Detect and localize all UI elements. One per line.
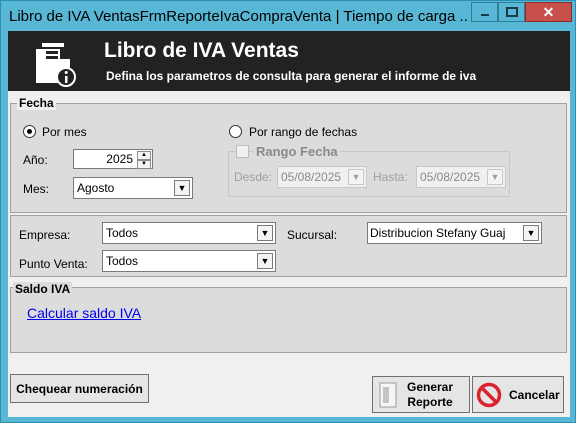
empresa-value: Todos [106,226,139,240]
form-client-area: Libro de IVA Ventas Defina los parametro… [8,31,570,417]
report-icon [379,382,397,407]
chevron-down-icon[interactable]: ▼ [257,253,273,269]
fecha-group: Fecha Por mes Por rango de fechas Año: 2… [10,96,567,213]
empresa-select[interactable]: Todos ▼ [102,222,276,244]
hasta-label: Hasta: [373,170,408,184]
maximize-button[interactable] [498,2,525,22]
desde-value: 05/08/2025 [281,170,342,184]
por-mes-radio[interactable] [23,125,36,138]
cancelar-button[interactable]: Cancelar [472,376,564,413]
cancel-icon [476,382,502,407]
rango-fecha-label[interactable]: Rango Fecha [254,144,340,159]
punto-venta-value: Todos [106,254,139,268]
maximize-icon [505,7,518,17]
sucursal-value: Distribucion Stefany Guaj [370,226,506,240]
generar-label-line1: Generar [407,379,454,394]
calendar-dropdown-icon[interactable]: ▼ [348,169,364,185]
mes-label: Mes: [23,182,50,196]
chevron-down-icon[interactable]: ▼ [174,180,190,196]
generar-label-group: Generar Reporte [407,380,453,410]
spin-up-icon[interactable]: ▲ [137,151,151,160]
mes-value: Agosto [77,181,115,195]
anio-spin-buttons[interactable]: ▲ ▼ [137,151,151,169]
por-mes-label[interactable]: Por mes [42,125,87,139]
header-title: Libro de IVA Ventas [104,39,299,62]
calendar-dropdown-icon[interactable]: ▼ [487,169,503,185]
sucursal-label: Sucursal: [287,228,338,242]
filtros-group: Empresa: Todos ▼ Sucursal: Distribucion … [10,215,567,277]
fecha-group-label: Fecha [17,96,56,110]
cancelar-label: Cancelar [509,387,560,402]
empresa-label: Empresa: [19,228,71,242]
minimize-icon [480,14,489,16]
chequear-button-label: Chequear numeración [16,381,143,396]
minimize-button[interactable] [471,2,498,22]
header-subtitle: Defina los parametros de consulta para g… [106,69,477,83]
close-icon: ✕ [542,3,555,20]
close-button[interactable]: ✕ [525,2,572,22]
rango-fecha-checkbox[interactable] [236,145,249,158]
saldo-group: Saldo IVA Calcular saldo IVA [10,282,567,353]
window-title: Libro de IVA VentasFrmReporteIvaCompraVe… [9,8,469,25]
generar-label-line2: Reporte [407,394,453,409]
hasta-value: 05/08/2025 [420,170,481,184]
mes-select[interactable]: Agosto ▼ [73,177,193,199]
punto-venta-label: Punto Venta: [19,257,88,271]
punto-venta-select[interactable]: Todos ▼ [102,250,276,272]
calcular-saldo-link[interactable]: Calcular saldo IVA [27,305,141,321]
por-rango-label[interactable]: Por rango de fechas [249,125,357,139]
chequear-numeracion-button[interactable]: Chequear numeración [10,374,149,403]
desde-label: Desde: [234,170,273,184]
sucursal-select[interactable]: Distribucion Stefany Guaj ▼ [367,222,542,244]
header-banner: Libro de IVA Ventas Defina los parametro… [8,31,570,91]
por-rango-radio[interactable] [229,125,242,138]
saldo-group-label: Saldo IVA [13,282,73,296]
hasta-date-picker[interactable]: 05/08/2025 ▼ [416,166,506,188]
title-bar[interactable]: Libro de IVA VentasFrmReporteIvaCompraVe… [1,1,575,31]
spin-down-icon[interactable]: ▼ [137,160,151,169]
anio-spinner[interactable]: 2025 ▲ ▼ [73,149,153,169]
chevron-down-icon[interactable]: ▼ [257,225,273,241]
desde-date-picker[interactable]: 05/08/2025 ▼ [277,166,367,188]
document-info-icon [36,43,76,87]
anio-value: 2025 [106,152,133,166]
window: Libro de IVA VentasFrmReporteIvaCompraVe… [0,0,576,423]
generar-reporte-button[interactable]: Generar Reporte [372,376,470,413]
chevron-down-icon[interactable]: ▼ [523,225,539,241]
anio-label: Año: [23,153,48,167]
